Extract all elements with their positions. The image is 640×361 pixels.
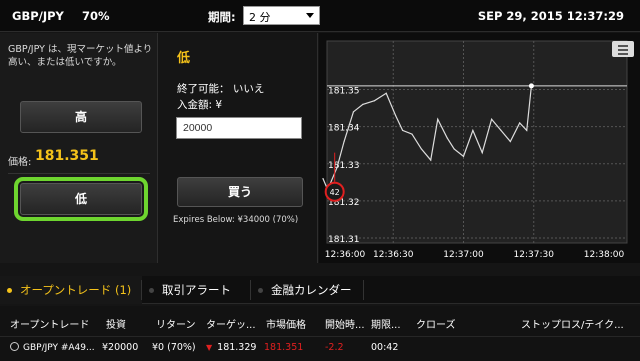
symbol-label: GBP/JPY [12, 9, 64, 23]
column-header[interactable]: ターゲッ... [206, 316, 256, 331]
data-point [519, 122, 521, 124]
data-point [336, 166, 338, 169]
cell-expiry: 00:42 [371, 342, 399, 353]
price-chart: 12:36:00 12:36:30 12:37:00 12:37:30 12:38:00… [319, 33, 640, 263]
y-tick-label: 181.35 [328, 87, 360, 97]
question-text: GBP/JPY は、現マーケット値より高い、または低いですか。 [8, 44, 153, 68]
low-button[interactable]: 低 [14, 177, 148, 221]
data-point [472, 129, 474, 131]
tab-dot-icon [7, 288, 12, 293]
order-direction-title: 低 [177, 51, 191, 66]
data-point [462, 155, 465, 157]
cell-return: ¥0 (70%) [152, 342, 196, 353]
buy-button[interactable]: 買う [177, 177, 303, 207]
cell-target: ▼ 181.329 [206, 342, 257, 353]
y-tick-label: 181.33 [328, 161, 360, 171]
early-close-text: 終了可能： いいえ [177, 83, 265, 95]
tab-trade-alerts[interactable]: 取引アラート [142, 276, 251, 304]
amount-input[interactable] [176, 117, 302, 139]
x-tick-label: 12:36:00 [325, 250, 366, 260]
server-datetime: SEP 29, 2015 12:37:29 [477, 9, 624, 23]
tab-label: 取引アラート [162, 283, 231, 297]
x-tick-label: 12:37:30 [514, 250, 555, 260]
current-price-dot [528, 83, 534, 89]
expires-below-text: Expires Below: ¥34000 (70%) [173, 215, 299, 225]
data-point [385, 92, 387, 94]
plot-area [326, 40, 628, 244]
tab-label: オープントレード (1) [20, 283, 132, 297]
column-header[interactable]: クローズ [416, 316, 456, 331]
chart-svg: 12:36:00 12:36:30 12:37:00 12:37:30 12:38:00… [322, 40, 628, 260]
period-select-value: 2 分 [249, 11, 271, 24]
down-arrow-icon: ▼ [206, 343, 213, 352]
close-trade-icon[interactable] [10, 342, 19, 351]
column-header[interactable]: 開始時... [325, 316, 365, 331]
payout-percent: 70% [82, 9, 110, 23]
data-point [500, 129, 502, 131]
tab-economic-calendar[interactable]: 金融カレンダー [251, 276, 364, 304]
period-select[interactable]: 2 分 [243, 6, 320, 25]
x-tick-label: 12:38:00 [584, 250, 625, 260]
price-label: 価格: [8, 157, 32, 168]
x-tick-label: 12:37:00 [443, 250, 484, 260]
data-point [411, 133, 413, 135]
column-header[interactable]: オープントレード [10, 316, 89, 331]
cell-market-price: 181.351 [264, 342, 304, 353]
chart-menu-icon[interactable] [612, 41, 634, 57]
chevron-down-icon [306, 13, 314, 18]
order-panel: 低 終了可能： いいえ 入金額: ¥ 買う Expires Below: ¥34… [159, 33, 318, 263]
data-point [343, 140, 345, 143]
amount-label: 入金額: ¥ [177, 99, 223, 111]
x-tick-label: 12:36:30 [373, 250, 414, 260]
high-button[interactable]: 高 [20, 101, 142, 133]
cell-symbol: GBP/JPY #A49... [10, 342, 95, 353]
entry-marker-label: 42 [330, 188, 340, 197]
trading-app: GBP/JPY 70% 期間: 2 分 SEP 29, 2015 12:37:2… [0, 0, 640, 361]
data-point [453, 148, 455, 150]
data-point [446, 137, 448, 139]
direction-panel: GBP/JPY は、現マーケット値より高い、または低いですか。 高 価格: 18… [0, 33, 158, 263]
data-point [509, 140, 511, 143]
data-point [526, 129, 528, 131]
bottom-tabs: オープントレード (1) 取引アラート 金融カレンダー [0, 276, 640, 304]
data-point [394, 114, 397, 117]
y-tick-label: 181.31 [328, 235, 360, 245]
column-header[interactable]: 期限... [371, 316, 401, 331]
column-header[interactable]: ストップロス/テイク... [521, 316, 624, 331]
data-point [430, 159, 432, 161]
price-value: 181.351 [35, 148, 99, 164]
tab-dot-icon [258, 288, 263, 293]
open-trades-table: オープントレード 投資 リターン ターゲッ... 市場価格 開始時... 期限.… [0, 306, 640, 361]
data-point [481, 152, 483, 154]
data-point [352, 111, 355, 113]
tab-label: 金融カレンダー [271, 283, 352, 297]
tab-open-trades[interactable]: オープントレード (1) [0, 276, 142, 304]
divider [8, 173, 150, 174]
data-point [420, 148, 422, 150]
cell-investment: ¥20000 [102, 342, 139, 353]
data-point [402, 129, 404, 131]
header-bar: GBP/JPY 70% 期間: 2 分 SEP 29, 2015 12:37:2… [0, 0, 640, 32]
cell-change: -2.2 [325, 342, 344, 353]
column-header[interactable]: リターン [156, 316, 196, 331]
y-tick-label: 181.34 [328, 124, 360, 134]
data-point [362, 103, 364, 105]
column-header[interactable]: 投資 [106, 316, 126, 331]
data-point [437, 118, 439, 120]
column-header[interactable]: 市場価格 [266, 316, 306, 331]
data-point [373, 100, 376, 102]
data-point [491, 118, 493, 120]
period-label: 期間: [208, 10, 236, 24]
tab-dot-icon [149, 288, 154, 293]
data-point [322, 178, 324, 180]
